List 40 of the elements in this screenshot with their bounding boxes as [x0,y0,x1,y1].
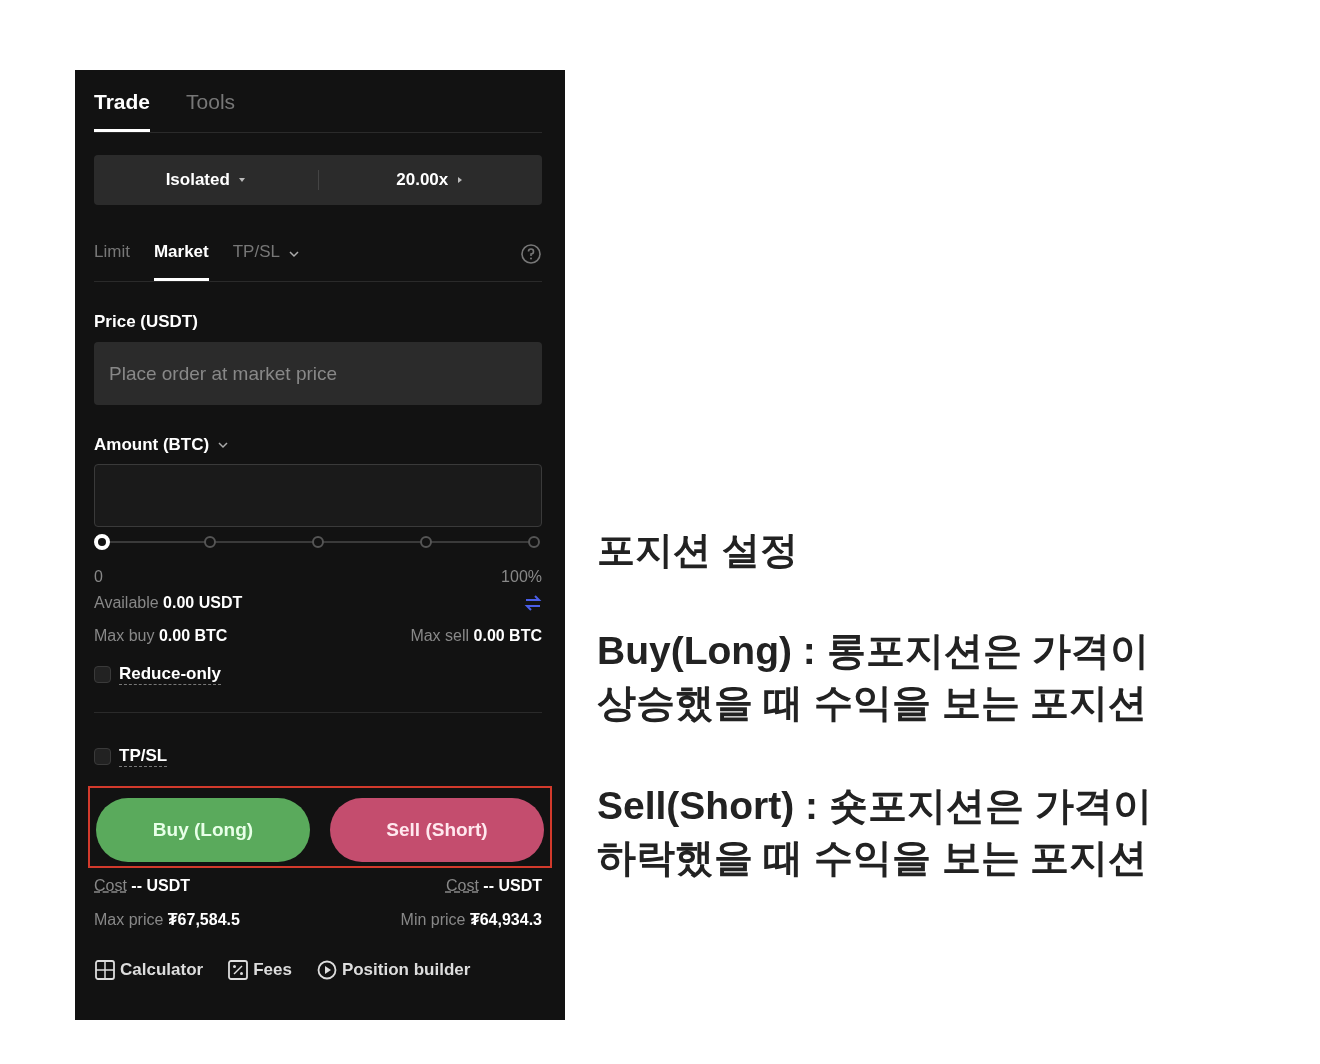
panel-tab[interactable]: Tools [186,70,236,132]
annotation-paragraph: Sell(Short) : 숏포지션은 가격이 하락했을 때 수익을 보는 포지션 [597,783,1152,881]
available-balance: Available 0.00 USDT [94,593,243,613]
help-icon[interactable] [520,242,542,265]
cost-info: Cost -- USDT [446,876,542,894]
max-sell: Max sell 0.00 BTC [410,626,542,646]
clock-icon [315,959,338,981]
leverage-selector[interactable]: 20.00x [318,167,542,193]
order-type-tab[interactable]: Market [153,226,209,281]
field-label: Amount (BTC) [94,435,210,455]
checkbox[interactable] [94,747,111,765]
panel-tab[interactable]: Trade [94,70,151,132]
price-limit: Max price ₮67,584.5 [94,910,240,928]
checkbox-label[interactable]: TP/SL [119,745,168,767]
tool-link[interactable]: Position builder [315,957,471,983]
amount-slider[interactable] [94,534,542,550]
chevron-down-icon [217,441,230,449]
order-type-tab[interactable]: Limit [94,226,130,281]
field-label: Price (USDT) [94,312,199,332]
sell-button[interactable]: Sell (Short) [330,798,544,862]
cost-info: Cost -- USDT [94,876,190,894]
max-buy: Max buy 0.00 BTC [94,626,228,646]
tool-link[interactable]: Fees [227,957,292,983]
percent-icon [227,959,250,981]
price-field[interactable]: Place order at market price [94,342,542,405]
checkbox[interactable] [94,665,111,683]
slider-thumb[interactable] [94,534,110,550]
swap-icon[interactable] [524,595,542,611]
checkbox-label[interactable]: Reduce-only [119,663,222,685]
amount-field[interactable] [94,464,542,527]
annotation-paragraph: Buy(Long) : 롱포지션은 가격이 상승했을 때 수익을 보는 포지션 [597,628,1151,726]
slider-min-label: 0 [94,568,103,586]
order-type-tab[interactable]: TP/SL [232,226,280,281]
margin-mode-dropdown[interactable]: Isolated [94,167,318,193]
slider-max-label: 100% [501,568,542,586]
calculator-icon [94,959,116,981]
tool-link[interactable]: Calculator [94,957,204,983]
caret-icon [237,176,246,184]
annotation-title: 포지션 설정 [597,528,799,573]
price-limit: Min price ₮64,934.3 [400,910,542,928]
